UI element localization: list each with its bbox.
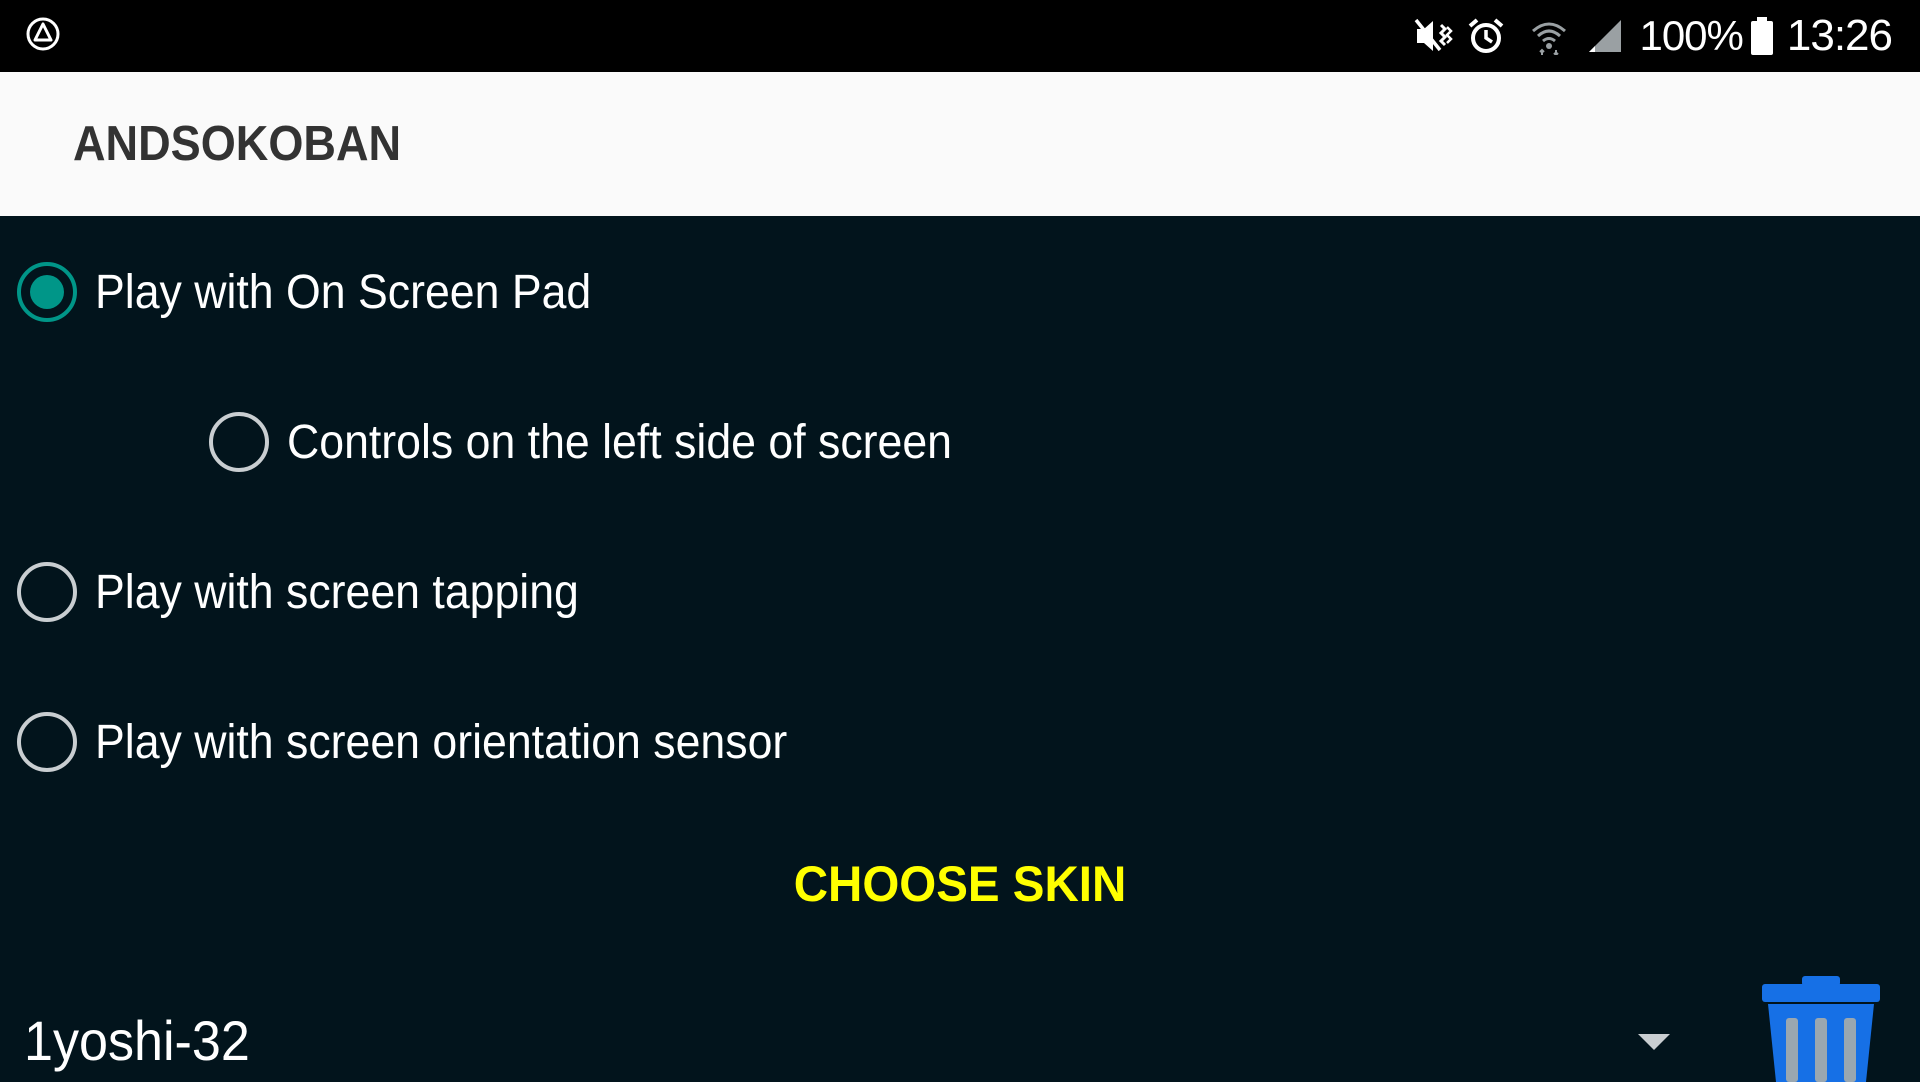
skin-spinner[interactable]: 1yoshi-32	[24, 1000, 1684, 1080]
battery-icon	[1750, 17, 1773, 55]
radio-button[interactable]	[209, 412, 269, 472]
radio-label: Controls on the left side of screen	[287, 415, 953, 469]
cell-signal-icon	[1589, 20, 1622, 52]
skin-selected-value: 1yoshi-32	[24, 1009, 250, 1072]
radio-label: Play with screen orientation sensor	[95, 715, 788, 769]
radio-screen-tapping[interactable]: Play with screen tapping	[17, 552, 615, 632]
wifi-icon	[1532, 22, 1567, 55]
app-title: ANDSOKOBAN	[73, 117, 402, 171]
battery-percent: 100%	[1639, 12, 1743, 59]
radio-button-checked[interactable]	[17, 262, 77, 322]
app-bar: ANDSOKOBAN	[0, 72, 1920, 216]
clock: 13:26	[1786, 11, 1893, 60]
mute-vibrate-icon	[1415, 18, 1454, 52]
radio-label: Play with screen tapping	[95, 565, 579, 619]
choose-skin-heading: CHOOSE SKIN	[793, 856, 1127, 912]
alarm-icon	[1469, 18, 1504, 53]
radio-label: Play with On Screen Pad	[95, 265, 592, 319]
trash-icon[interactable]	[1756, 972, 1886, 1082]
status-bar: 100% 13:26	[0, 0, 1920, 72]
status-icons: 100% 13:26	[1399, 0, 1893, 72]
radio-button[interactable]	[17, 712, 77, 772]
radio-orientation-sensor[interactable]: Play with screen orientation sensor	[17, 702, 839, 782]
dropdown-arrow-icon	[1638, 1034, 1670, 1050]
android-auto-icon	[26, 17, 60, 51]
radio-button[interactable]	[17, 562, 77, 622]
radio-on-screen-pad[interactable]: Play with On Screen Pad	[17, 252, 629, 332]
radio-left-controls[interactable]: Controls on the left side of screen	[209, 402, 1002, 482]
